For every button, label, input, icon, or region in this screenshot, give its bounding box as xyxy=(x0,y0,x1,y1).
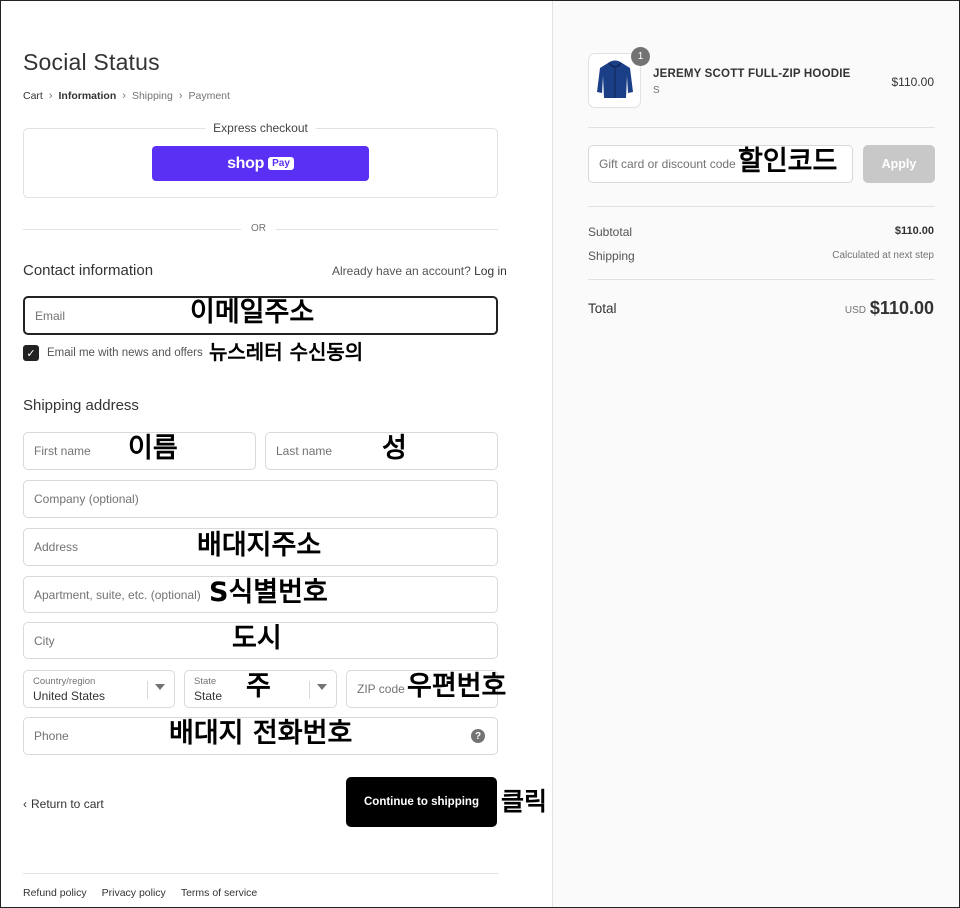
annotation-phone: 배대지 전화번호 xyxy=(169,718,353,749)
annotation-state: 주 xyxy=(246,671,271,702)
refund-policy-link[interactable]: Refund policy xyxy=(23,887,87,899)
annotation-email: 이메일주소 xyxy=(190,297,315,328)
order-summary: 1 JEREMY SCOTT FULL-ZIP HOODIE S $110.00… xyxy=(552,1,959,907)
apply-button[interactable]: Apply xyxy=(863,145,935,183)
state-value: State xyxy=(194,689,223,703)
continue-to-shipping-button[interactable]: Continue to shipping xyxy=(346,777,497,827)
total-label: Total xyxy=(588,301,617,316)
help-icon[interactable]: ? xyxy=(471,729,485,743)
annotation-last-name: 성 xyxy=(382,433,407,464)
product-name: JEREMY SCOTT FULL-ZIP HOODIE xyxy=(653,68,851,80)
account-hint-text: Already have an account? xyxy=(332,264,471,278)
breadcrumb-payment: Payment xyxy=(188,90,230,102)
divider xyxy=(588,127,935,128)
newsletter-checkbox-row[interactable]: ✓ Email me with news and offers xyxy=(23,345,203,361)
terms-of-service-link[interactable]: Terms of service xyxy=(181,887,257,899)
checkout-main: Social Status Cart › Information › Shipp… xyxy=(1,1,552,907)
annotation-city: 도시 xyxy=(232,623,282,654)
chevron-left-icon: ‹ xyxy=(23,797,27,811)
chevron-right-icon: › xyxy=(178,90,183,102)
divider xyxy=(588,206,935,207)
shop-pay-logo-text: shop xyxy=(227,154,265,172)
apartment-placeholder: Apartment, suite, etc. (optional) xyxy=(34,587,201,602)
zip-code-placeholder: ZIP code xyxy=(357,682,405,696)
contact-information-heading: Contact information xyxy=(23,262,154,279)
chevron-down-icon[interactable] xyxy=(317,684,327,690)
breadcrumb-cart[interactable]: Cart xyxy=(23,90,43,102)
product-variant: S xyxy=(653,85,660,96)
annotation-discount: 할인코드 xyxy=(738,146,838,177)
last-name-placeholder: Last name xyxy=(276,444,333,458)
divider xyxy=(588,279,935,280)
footer-divider xyxy=(23,873,498,874)
breadcrumb-shipping: Shipping xyxy=(131,90,173,102)
product-price: $110.00 xyxy=(891,75,935,89)
company-placeholder: Company (optional) xyxy=(34,492,139,506)
shop-pay-button[interactable]: shop Pay xyxy=(152,146,369,181)
annotation-newsletter: 뉴스레터 수신동의 xyxy=(209,340,364,364)
shipping-value: Calculated at next step xyxy=(832,250,934,261)
state-label: State xyxy=(194,676,217,687)
total-value: $110.00 xyxy=(869,298,934,318)
breadcrumb-information: Information xyxy=(58,90,117,102)
express-checkout-box: Express checkout shop Pay xyxy=(23,121,498,198)
quantity-badge: 1 xyxy=(631,47,650,66)
select-divider xyxy=(147,681,148,699)
subtotal-value: $110.00 xyxy=(894,225,934,237)
phone-placeholder: Phone xyxy=(34,729,69,743)
subtotal-label: Subtotal xyxy=(588,225,633,239)
annotation-apartment: S식별번호 xyxy=(209,577,328,608)
privacy-policy-link[interactable]: Privacy policy xyxy=(102,887,166,899)
return-to-cart-link[interactable]: ‹ Return to cart xyxy=(23,797,104,811)
footer-links: Refund policy Privacy policy Terms of se… xyxy=(23,887,257,899)
annotation-click: 클릭 xyxy=(501,787,548,816)
chevron-right-icon: › xyxy=(122,90,126,102)
total-currency: USD xyxy=(844,305,866,316)
annotation-first-name: 이름 xyxy=(128,433,178,464)
annotation-zip: 우편번호 xyxy=(407,671,507,702)
chevron-right-icon: › xyxy=(48,90,53,102)
login-hint: Already have an account? Log in xyxy=(332,264,507,278)
country-value: United States xyxy=(33,689,106,703)
first-name-placeholder: First name xyxy=(34,444,91,458)
email-placeholder: Email xyxy=(35,308,66,323)
store-brand[interactable]: Social Status xyxy=(23,49,160,76)
express-checkout-label: Express checkout xyxy=(205,121,316,135)
return-to-cart-label: Return to cart xyxy=(31,797,104,811)
shipping-label: Shipping xyxy=(588,249,635,263)
shipping-address-heading: Shipping address xyxy=(23,397,139,414)
breadcrumb: Cart › Information › Shipping › Payment xyxy=(23,90,230,102)
login-link[interactable]: Log in xyxy=(474,264,507,278)
address-placeholder: Address xyxy=(34,540,79,554)
company-field[interactable]: Company (optional) xyxy=(23,480,498,518)
country-select[interactable]: Country/region United States xyxy=(23,670,175,708)
shop-pay-badge: Pay xyxy=(268,157,294,170)
country-label: Country/region xyxy=(33,676,96,687)
select-divider xyxy=(309,681,310,699)
newsletter-label: Email me with news and offers xyxy=(47,347,203,359)
or-divider-label: OR xyxy=(241,223,276,234)
checkbox-checked-icon[interactable]: ✓ xyxy=(23,345,39,361)
chevron-down-icon[interactable] xyxy=(155,684,165,690)
discount-code-placeholder: Gift card or discount code xyxy=(599,157,736,171)
city-placeholder: City xyxy=(34,633,55,648)
annotation-address: 배대지주소 xyxy=(197,530,322,561)
